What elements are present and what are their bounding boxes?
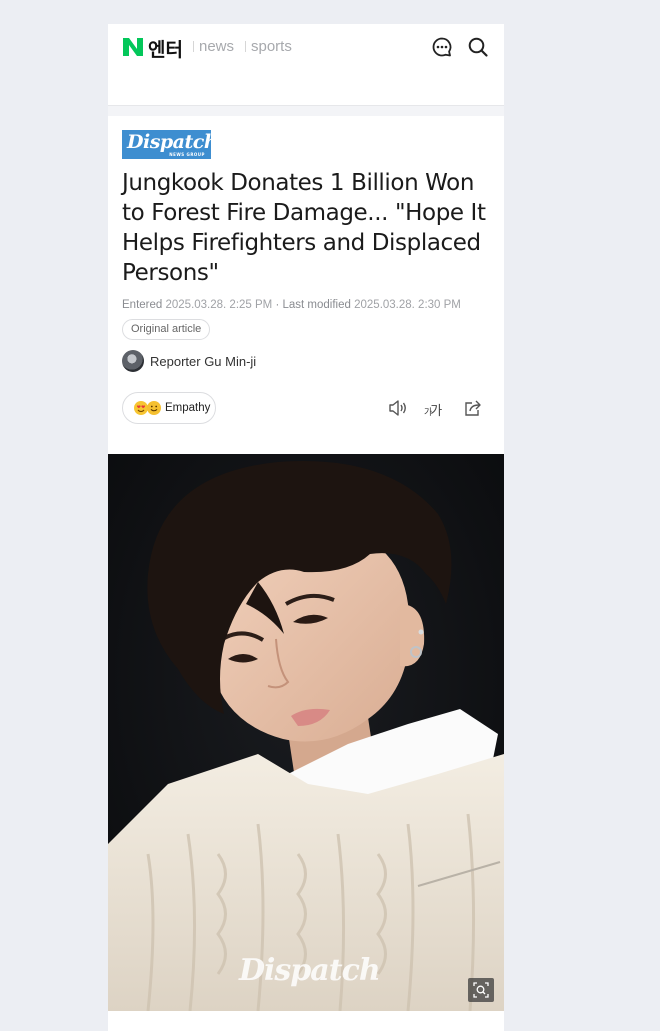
- press-logo[interactable]: Dispatch NEWS GROUP: [122, 130, 218, 159]
- modified-date: 2025.03.28. 2:30 PM: [354, 299, 461, 311]
- search-icon[interactable]: [466, 35, 490, 59]
- nav-divider: [193, 41, 194, 52]
- press-subtitle: NEWS GROUP: [169, 152, 205, 157]
- smile-emoji-icon: [147, 401, 161, 415]
- article-card: Dispatch NEWS GROUP Jungkook Donates 1 B…: [108, 116, 504, 1031]
- font-size-large-label: 가: [430, 404, 442, 419]
- entered-date: 2025.03.28. 2:25 PM: [165, 299, 273, 311]
- empathy-label: Empathy: [165, 402, 211, 414]
- nav-news[interactable]: news: [199, 38, 234, 55]
- chat-icon[interactable]: [430, 35, 454, 59]
- top-bar: 엔터 news sports: [108, 24, 504, 106]
- portrait-image: [108, 454, 504, 1011]
- meta-dot: ·: [275, 299, 283, 311]
- section-title[interactable]: 엔터: [148, 35, 183, 62]
- reporter-name[interactable]: Reporter Gu Min-ji: [150, 354, 256, 369]
- share-icon[interactable]: [463, 399, 483, 417]
- entered-label: Entered: [122, 299, 163, 311]
- naver-logo[interactable]: [122, 37, 144, 57]
- nav-sports[interactable]: sports: [251, 38, 292, 55]
- zoom-icon: [473, 982, 489, 998]
- press-name: Dispatch: [127, 131, 218, 153]
- photo-watermark: Dispatch: [239, 953, 381, 988]
- app-screen: 엔터 news sports Dispatch NEWS GROUP Jungk…: [108, 24, 504, 1031]
- nav-divider: [245, 41, 246, 52]
- original-article-button[interactable]: Original article: [122, 319, 211, 340]
- article-photo[interactable]: Dispatch: [108, 454, 504, 1011]
- article-dates: Entered 2025.03.28. 2:25 PM · Last modif…: [122, 299, 461, 311]
- zoom-button[interactable]: [468, 978, 494, 1002]
- reporter-avatar[interactable]: [122, 350, 144, 372]
- font-size-button[interactable]: 가가: [424, 400, 442, 419]
- empathy-button[interactable]: Empathy: [122, 392, 216, 424]
- article-headline: Jungkook Donates 1 Billion Won to Forest…: [122, 170, 486, 286]
- speaker-icon[interactable]: [388, 399, 408, 417]
- heart-eyes-emoji-icon: [134, 401, 148, 415]
- modified-label: Last modified: [282, 299, 351, 311]
